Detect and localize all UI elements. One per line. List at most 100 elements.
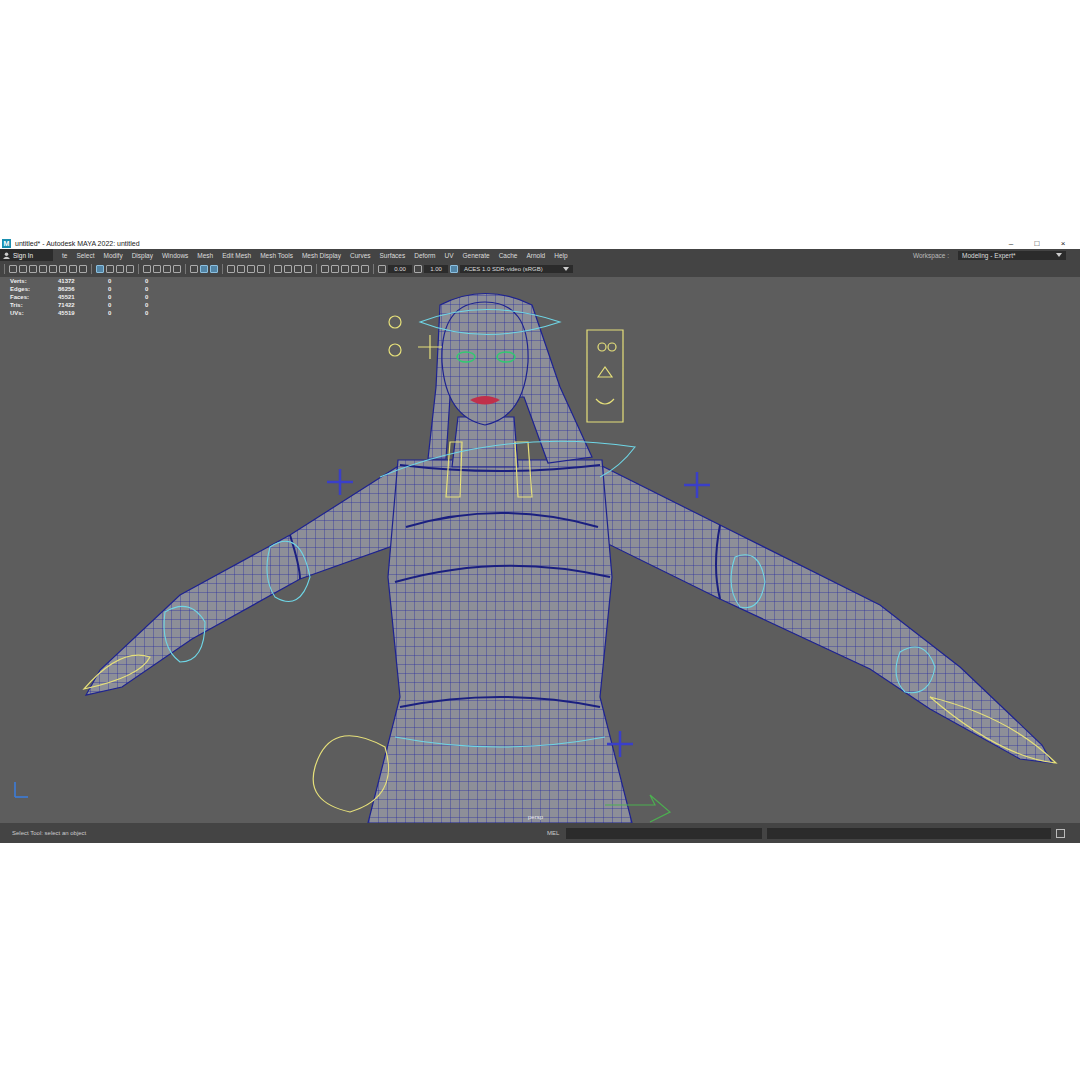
menu-item[interactable]: Modify [104,252,123,259]
menu-item[interactable]: Generate [463,252,490,259]
left-arm[interactable] [86,465,412,695]
head-ring-control-icon[interactable] [420,310,560,335]
menu-item[interactable]: Curves [350,252,371,259]
viewport[interactable]: Verts: 4137200Edges: 8625600Faces: 45521… [0,277,1080,823]
menu-item[interactable]: Surfaces [380,252,406,259]
toolbar: 0.00 1.00 ACES 1.0 SDR-video (sRGB) [0,261,1080,277]
menu-item[interactable]: Windows [162,252,188,259]
right-shoulder-control-icon[interactable] [731,555,765,608]
left-wrist-control-icon[interactable] [164,606,205,662]
eye-control-icon[interactable] [389,344,401,356]
locator-icon[interactable] [327,469,353,495]
toolbar-button-icon[interactable] [173,265,181,273]
torso[interactable] [368,460,632,823]
gamma-field[interactable]: 1.00 [424,265,448,273]
menu-item[interactable]: Cache [499,252,518,259]
toolbar-button-icon[interactable] [190,265,198,273]
toolbar-button-icon[interactable] [200,265,208,273]
head-control-icon[interactable] [389,316,401,328]
toolbar-button-icon[interactable] [69,265,77,273]
hud-value: 71422 [58,302,108,308]
toolbar-button-icon[interactable] [39,265,47,273]
workspace-dropdown[interactable]: Modeling - Expert* [958,251,1066,260]
head[interactable] [442,302,528,425]
toolbar-separator [138,264,139,274]
window-control-button[interactable]: – [1000,239,1022,248]
left-eye-control-icon[interactable] [457,352,475,362]
script-editor-icon[interactable] [1056,829,1065,838]
aim-control-icon[interactable] [418,335,442,359]
toolbar-button-icon[interactable] [19,265,27,273]
locator-icon[interactable] [607,731,633,757]
window-control-button[interactable]: □ [1026,239,1048,248]
toolbar-button-icon[interactable] [361,265,369,273]
toolbar-button-icon[interactable] [79,265,87,273]
toolbar-button-icon[interactable] [294,265,302,273]
maya-window: M untitled* - Autodesk MAYA 2022: untitl… [0,237,1080,843]
menu-item[interactable]: UV [445,252,454,259]
sign-in-button[interactable]: Sign In [0,249,53,261]
toolbar-button-icon[interactable] [331,265,339,273]
menu-item[interactable]: Mesh [197,252,213,259]
toolbar-button-icon[interactable] [29,265,37,273]
right-arm[interactable] [598,465,1052,763]
toolbar-button-icon[interactable] [227,265,235,273]
toolbar-button-icon[interactable] [106,265,114,273]
menu-item[interactable]: Help [554,252,567,259]
menu-item[interactable]: Mesh Display [302,252,341,259]
toolbar-button-icon[interactable] [351,265,359,273]
menu-item[interactable]: Display [132,252,153,259]
window-control-button[interactable]: × [1052,239,1074,248]
right-eye-control-icon[interactable] [497,352,515,362]
menu-item[interactable]: Deform [414,252,435,259]
toolbar-button-icon[interactable] [237,265,245,273]
hud-label: UVs: [10,310,58,316]
right-hand-control-icon[interactable] [930,697,1056,763]
mouth-control-icon[interactable] [470,396,500,405]
toolbar-button-icon[interactable] [59,265,67,273]
command-input[interactable] [566,828,762,839]
menu-item[interactable]: Select [76,252,94,259]
toolbar-button-icon[interactable] [126,265,134,273]
right-wrist-control-icon[interactable] [896,647,935,693]
toolbar-button-icon[interactable] [49,265,57,273]
menu-item[interactable]: Mesh Tools [260,252,293,259]
toolbar-button-icon[interactable] [210,265,218,273]
toolbar-button-icon[interactable] [96,265,104,273]
color-space-dropdown[interactable]: ACES 1.0 SDR-video (sRGB) [460,265,573,273]
hud-value: 0 [108,278,145,284]
clavicle-control-icon[interactable] [446,442,532,497]
user-icon [3,252,10,259]
menu-bar: Sign In te Select Modify Display Windows Mesh… [0,249,1080,261]
menu-item[interactable]: te [62,252,67,259]
menu-item[interactable]: Arnold [526,252,545,259]
toolbar-button-icon[interactable] [341,265,349,273]
toolbar-button-icon[interactable] [284,265,292,273]
character-model[interactable] [0,277,1080,823]
locator-icon[interactable] [684,472,710,498]
left-hand-control-icon[interactable] [84,655,150,689]
menu-item[interactable]: Edit Mesh [222,252,251,259]
toolbar-button-icon[interactable] [321,265,329,273]
toolbar-button-icon[interactable] [274,265,282,273]
toolbar-button-icon[interactable] [163,265,171,273]
toolbar-button-icon[interactable] [143,265,151,273]
waist-control-icon[interactable] [395,737,605,747]
hip-control-icon[interactable] [313,736,388,812]
toolbar-button-icon[interactable] [257,265,265,273]
chest-control-icon[interactable] [380,441,635,477]
toolbar-button-icon[interactable] [247,265,255,273]
toolbar-button-icon[interactable] [116,265,124,273]
root-control-icon[interactable] [605,795,670,822]
toolbar-button-icon[interactable] [153,265,161,273]
toolbar-button-icon[interactable] [304,265,312,273]
exposure-field[interactable]: 0.00 [388,265,412,273]
toolbar-separator [269,264,270,274]
camera-label: persp [528,814,543,820]
left-shoulder-control-icon[interactable] [267,541,310,601]
command-language[interactable]: MEL [547,830,561,836]
toolbar-button-icon[interactable] [9,265,17,273]
color-management-icon[interactable] [450,265,458,273]
face-panel-icon[interactable] [587,330,623,422]
